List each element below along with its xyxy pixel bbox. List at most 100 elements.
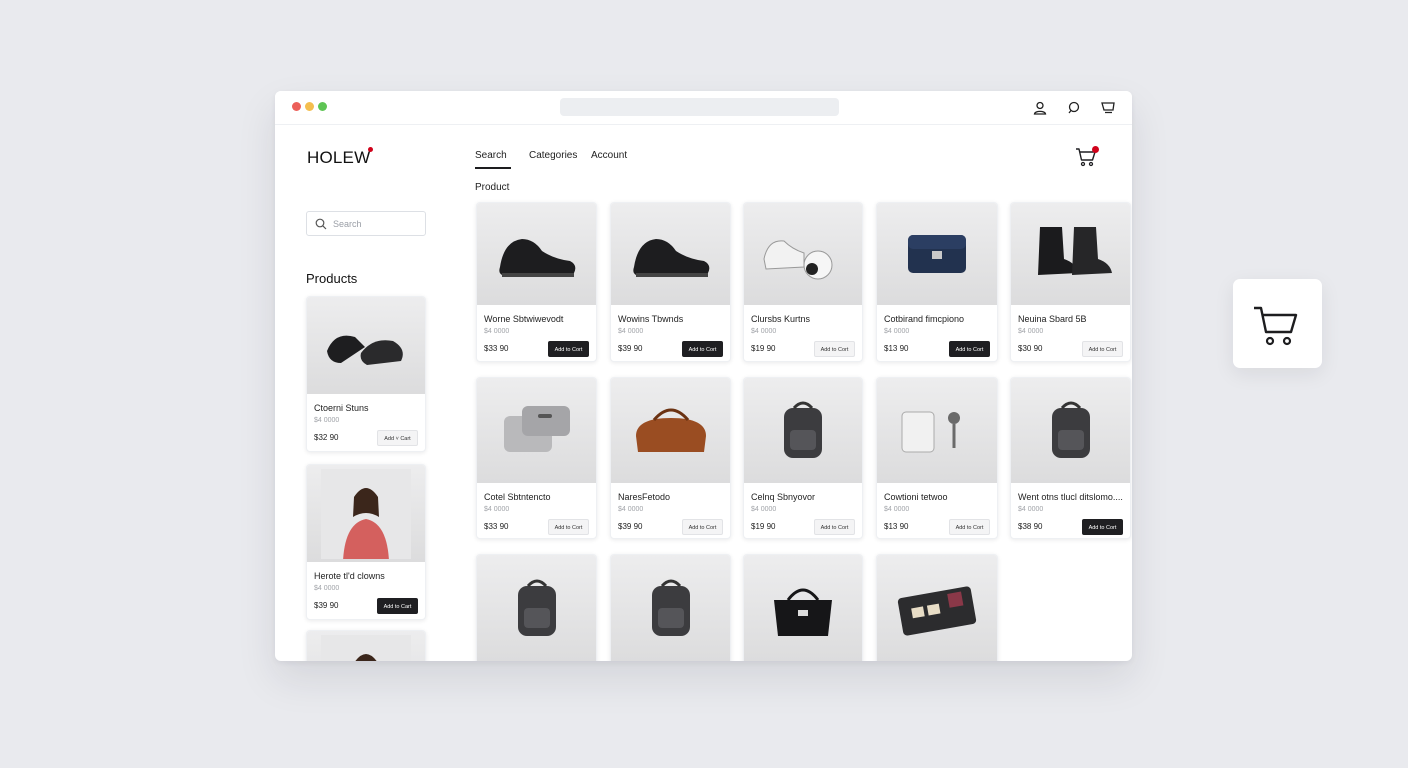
nav-account[interactable]: Account	[591, 150, 627, 161]
product-name[interactable]: Wowins Tbwnds	[618, 314, 683, 324]
product-price: $33 90	[484, 344, 509, 353]
brand-logo-dot	[368, 147, 373, 152]
organizer-image[interactable]	[877, 555, 997, 661]
product-price: $39 90	[314, 601, 339, 610]
product-subtext: $4 0000	[484, 328, 510, 335]
product-card[interactable]	[876, 554, 998, 661]
product-price: $38 90	[1018, 522, 1043, 531]
product-subtext: $4 0000	[314, 585, 340, 592]
search-icon	[315, 218, 327, 230]
add-to-cart-button[interactable]: Add to Cort	[682, 519, 723, 535]
product-subtext: $4 0000	[484, 506, 510, 513]
backpack-image[interactable]	[744, 378, 862, 483]
product-name[interactable]: NaresFetodo	[618, 492, 670, 502]
product-subtext: $4 0000	[618, 506, 644, 513]
shoes-image[interactable]	[611, 203, 730, 305]
product-card[interactable]	[743, 554, 863, 661]
add-to-cart-button[interactable]: Add to Cort	[949, 341, 990, 357]
add-to-cart-button[interactable]: Add to Cort	[1082, 341, 1123, 357]
product-card[interactable]: Clursbs Kurtns $4 0000 $19 90 Add to Cort	[743, 202, 863, 362]
nav-search[interactable]: Search	[475, 150, 507, 161]
add-to-cart-button[interactable]: Add to Cort	[682, 341, 723, 357]
product-name[interactable]: Clursbs Kurtns	[751, 314, 810, 324]
product-name[interactable]: Ctoerni Stuns	[314, 403, 369, 413]
product-card[interactable]: Cotbirand fimcpiono $4 0000 $13 90 Add to C…	[876, 202, 998, 362]
product-name[interactable]: Cowtioni tetwoo	[884, 492, 948, 502]
maximize-window-dot[interactable]	[318, 102, 327, 111]
add-to-cart-button[interactable]: Add to Cort	[1082, 519, 1123, 535]
add-to-cart-button[interactable]: Add to Cort	[949, 519, 990, 535]
sidebar-search[interactable]	[306, 211, 426, 236]
product-subtext: $4 0000	[751, 328, 777, 335]
handbag-image[interactable]	[744, 555, 862, 661]
nav-categories[interactable]: Categories	[529, 150, 577, 161]
search-icon[interactable]	[1066, 100, 1082, 116]
boots-image[interactable]	[1011, 203, 1130, 305]
backpack-image[interactable]	[1011, 378, 1130, 483]
product-subtext: $4 0000	[1018, 328, 1044, 335]
user-icon[interactable]	[1032, 100, 1048, 116]
add-to-cart-button[interactable]: Add to Cort	[814, 341, 855, 357]
model-portrait-image[interactable]	[307, 631, 425, 661]
product-name[interactable]: Cotbirand fimcpiono	[884, 314, 964, 324]
search-input[interactable]	[333, 216, 421, 232]
product-subtext: $4 0000	[884, 328, 910, 335]
product-price: $30 90	[1018, 344, 1043, 353]
floating-cart-button[interactable]	[1233, 279, 1322, 368]
sidebar-title: Products	[306, 271, 358, 286]
backpack-image[interactable]	[611, 555, 730, 661]
product-card[interactable]: Celnq Sbnyovor $4 0000 $19 90 Add to Cort	[743, 377, 863, 539]
add-to-cart-button[interactable]: Add to Cort	[548, 519, 589, 535]
product-price: $19 90	[751, 522, 776, 531]
model-portrait-image[interactable]	[307, 465, 425, 562]
address-bar[interactable]	[560, 98, 839, 116]
clutch-bag-image[interactable]	[877, 203, 997, 305]
product-card[interactable]: Wowins Tbwnds $4 0000 $39 90 Add to Cort	[610, 202, 731, 362]
product-card[interactable]	[476, 554, 597, 661]
sneakers-image[interactable]	[744, 203, 862, 305]
add-to-cart-button[interactable]: Add to Cart	[377, 598, 418, 614]
browser-window: HOLEW Search Categories Account Product …	[275, 91, 1132, 661]
product-card[interactable]: Worne Sbtwiwevodt $4 0000 $33 90 Add to Cor…	[476, 202, 597, 362]
sidebar-product-card[interactable]	[306, 630, 426, 661]
gadget-image[interactable]	[877, 378, 997, 483]
product-name[interactable]: Celnq Sbnyovor	[751, 492, 815, 502]
product-price: $13 90	[884, 522, 909, 531]
product-card[interactable]	[610, 554, 731, 661]
cart-icon	[1254, 306, 1298, 346]
product-price: $33 90	[484, 522, 509, 531]
brand-logo[interactable]: HOLEW	[307, 148, 370, 168]
product-subtext: $4 0000	[618, 328, 644, 335]
add-to-cart-button[interactable]: Add to Cort	[814, 519, 855, 535]
product-card[interactable]: Cowtioni tetwoo $4 0000 $13 90 Add to Cort	[876, 377, 998, 539]
close-window-dot[interactable]	[292, 102, 301, 111]
nav-active-underline	[475, 167, 511, 169]
sidebar-product-card[interactable]: Herote tl'd clowns $4 0000 $39 90 Add to Ca…	[306, 464, 426, 620]
section-label: Product	[475, 182, 510, 193]
product-card[interactable]: Neuina Sbard 5B $4 0000 $30 90 Add to Cort	[1010, 202, 1131, 362]
product-card[interactable]: Went otns tlucl ditslomo.... $4 0000 $38 9…	[1010, 377, 1131, 539]
minimize-window-dot[interactable]	[305, 102, 314, 111]
product-name[interactable]: Worne Sbtwiwevodt	[484, 314, 563, 324]
product-subtext: $4 0000	[884, 506, 910, 513]
product-card[interactable]: Cotel Sbtntencto $4 0000 $33 90 Add to Cort	[476, 377, 597, 539]
cart-badge	[1092, 146, 1099, 153]
product-subtext: $4 0000	[314, 417, 340, 424]
product-name[interactable]: Went otns tlucl ditslomo....	[1018, 492, 1123, 502]
luggage-image[interactable]	[477, 378, 596, 483]
loafers-image[interactable]	[307, 297, 425, 394]
sidebar-product-card[interactable]: Ctoerni Stuns $4 0000 $32 90 Add ˅ Cart	[306, 296, 426, 452]
product-subtext: $4 0000	[751, 506, 777, 513]
product-name[interactable]: Neuina Sbard 5B	[1018, 314, 1087, 324]
duffel-bag-image[interactable]	[611, 378, 730, 483]
product-price: $32 90	[314, 433, 339, 442]
cart-icon[interactable]	[1100, 100, 1116, 116]
add-to-cart-button[interactable]: Add to Cort	[548, 341, 589, 357]
shoes-image[interactable]	[477, 203, 596, 305]
add-to-cart-button[interactable]: Add ˅ Cart	[377, 430, 418, 446]
product-card[interactable]: NaresFetodo $4 0000 $39 90 Add to Cort	[610, 377, 731, 539]
browser-titlebar	[275, 91, 1132, 125]
product-name[interactable]: Cotel Sbtntencto	[484, 492, 551, 502]
product-name[interactable]: Herote tl'd clowns	[314, 571, 385, 581]
backpack-image[interactable]	[477, 555, 596, 661]
